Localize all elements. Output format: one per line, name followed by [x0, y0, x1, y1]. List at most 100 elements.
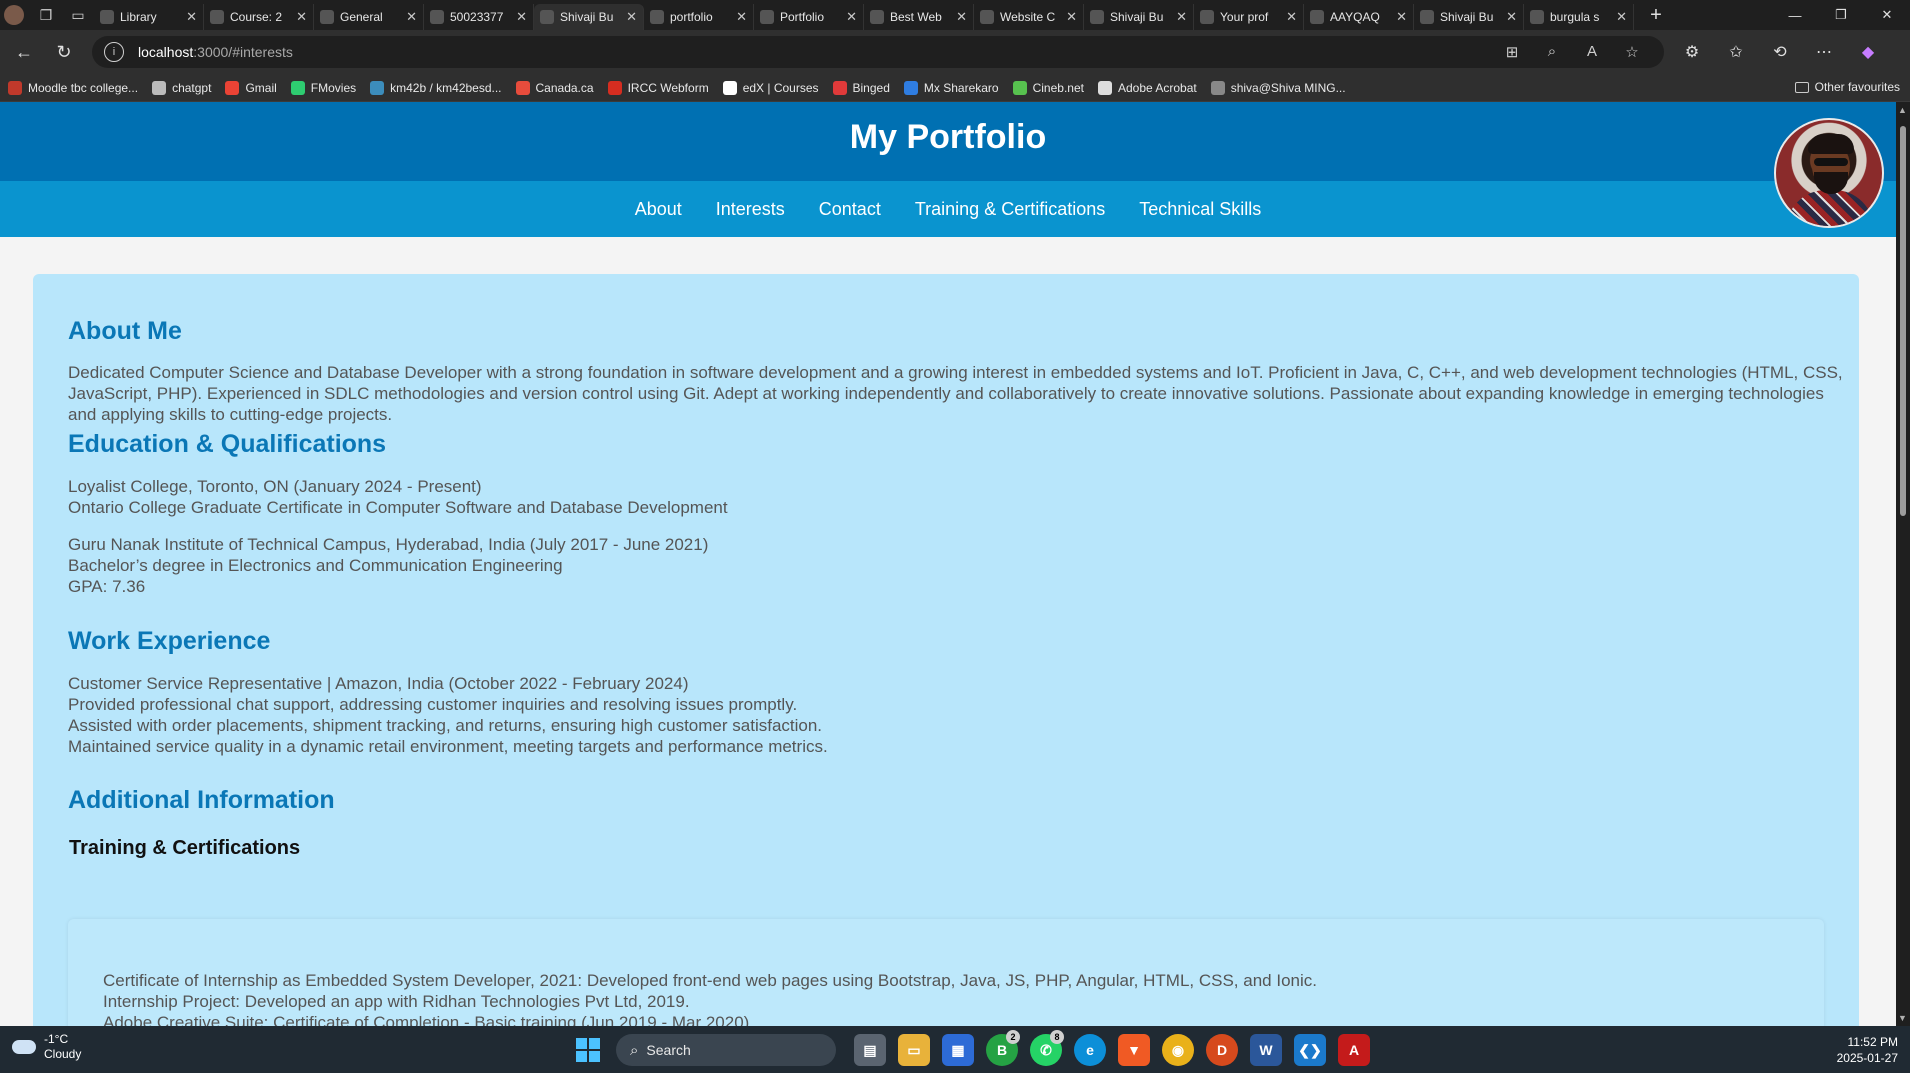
- word-icon[interactable]: W: [1250, 1034, 1282, 1066]
- browser-tab[interactable]: Your prof ✕: [1194, 4, 1304, 30]
- close-tab-icon[interactable]: ✕: [516, 9, 527, 25]
- browser-tab[interactable]: portfolio ✕: [644, 4, 754, 30]
- whatsapp-business-icon[interactable]: B2: [986, 1030, 1020, 1066]
- close-tab-icon[interactable]: ✕: [846, 9, 857, 25]
- page-title: My Portfolio: [849, 118, 1047, 156]
- bookmark-item[interactable]: Moodle tbc college...: [8, 80, 138, 95]
- browser-tab[interactable]: General ✕: [314, 4, 424, 30]
- bookmark-item[interactable]: Binged: [832, 80, 890, 95]
- browser-tab[interactable]: 50023377 ✕: [424, 4, 534, 30]
- nav-link[interactable]: Technical Skills: [1139, 199, 1261, 220]
- whatsapp-icon[interactable]: ✆ 8: [1030, 1030, 1064, 1066]
- bookmark-item[interactable]: Gmail: [225, 80, 277, 95]
- chrome-icon[interactable]: ◉: [1162, 1034, 1194, 1066]
- cloud-icon: [12, 1040, 36, 1054]
- close-tab-icon[interactable]: ✕: [296, 9, 307, 25]
- about-heading: About Me: [68, 317, 182, 345]
- other-favourites-folder[interactable]: Other favourites: [1794, 80, 1900, 94]
- bookmark-item[interactable]: chatgpt: [152, 80, 211, 95]
- work-line-1: Customer Service Representative | Amazon…: [68, 674, 689, 693]
- tab-favicon-icon: [1420, 10, 1434, 24]
- browser-tab[interactable]: Course: 2 ✕: [204, 4, 314, 30]
- bookmark-item[interactable]: FMovies: [290, 80, 356, 95]
- bookmark-item[interactable]: Adobe Acrobat: [1097, 80, 1197, 95]
- close-tab-icon[interactable]: ✕: [1066, 9, 1077, 25]
- close-tab-icon[interactable]: ✕: [186, 9, 197, 25]
- certification-1: Certificate of Internship as Embedded Sy…: [103, 971, 1317, 990]
- close-tab-icon[interactable]: ✕: [626, 9, 637, 25]
- additional-heading: Additional Information: [68, 786, 335, 814]
- favorite-star-icon[interactable]: ☆: [1612, 43, 1652, 61]
- close-tab-icon[interactable]: ✕: [736, 9, 747, 25]
- zoom-icon[interactable]: ⌕: [1532, 43, 1572, 61]
- close-tab-icon[interactable]: ✕: [1396, 9, 1407, 25]
- store-icon[interactable]: ▦: [942, 1034, 974, 1066]
- bookmark-favicon-icon: [722, 80, 737, 95]
- nav-link[interactable]: About: [635, 199, 682, 220]
- bookmark-item[interactable]: shiva@Shiva MING...: [1210, 80, 1346, 95]
- browser-tab[interactable]: Shivaji Bu ✕: [534, 4, 644, 30]
- brave-icon[interactable]: ▼: [1118, 1034, 1150, 1066]
- bookmark-item[interactable]: Canada.ca: [515, 80, 594, 95]
- close-window-button[interactable]: ✕: [1864, 0, 1910, 30]
- nav-link[interactable]: Training & Certifications: [915, 199, 1105, 220]
- more-menu-icon[interactable]: ⋯: [1802, 42, 1846, 62]
- nav-link[interactable]: Contact: [819, 199, 881, 220]
- profile-avatar-icon[interactable]: [4, 5, 24, 25]
- acrobat-icon[interactable]: A: [1338, 1034, 1370, 1066]
- browser-tab[interactable]: Website C ✕: [974, 4, 1084, 30]
- tab-title: Best Web: [890, 10, 942, 24]
- copilot-icon[interactable]: ◆: [1846, 42, 1890, 62]
- minimize-button[interactable]: —: [1772, 0, 1818, 30]
- history-icon[interactable]: ⟲: [1758, 42, 1802, 62]
- bookmark-item[interactable]: km42b / km42besd...: [370, 80, 502, 95]
- weather-widget[interactable]: -1°C Cloudy: [12, 1032, 81, 1062]
- browser-tab[interactable]: Portfolio ✕: [754, 4, 864, 30]
- site-info-icon[interactable]: i: [104, 42, 124, 62]
- scrollbar-thumb[interactable]: [1900, 126, 1906, 516]
- workspaces-icon[interactable]: ❐: [34, 3, 58, 27]
- system-clock[interactable]: 11:52 PM 2025-01-27: [1837, 1034, 1898, 1066]
- file-explorer-icon[interactable]: ▭: [898, 1034, 930, 1066]
- bookmark-favicon-icon: [1210, 80, 1225, 95]
- refresh-button[interactable]: ↻: [48, 36, 80, 68]
- close-tab-icon[interactable]: ✕: [956, 9, 967, 25]
- url-text[interactable]: localhost:3000/#interests: [138, 44, 1492, 60]
- browser-tab[interactable]: Library ✕: [94, 4, 204, 30]
- nav-link[interactable]: Interests: [716, 199, 785, 220]
- tab-title: portfolio: [670, 10, 713, 24]
- read-aloud-icon[interactable]: A: [1572, 43, 1612, 61]
- tab-title: Website C: [1000, 10, 1056, 24]
- address-bar[interactable]: i localhost:3000/#interests ⊞ ⌕ A ☆: [92, 36, 1664, 68]
- favorites-icon[interactable]: ✩: [1714, 42, 1758, 62]
- tab-favicon-icon: [540, 10, 554, 24]
- vertical-tabs-icon[interactable]: ▭: [66, 3, 90, 27]
- bookmark-item[interactable]: Mx Sharekaro: [903, 80, 999, 95]
- vscode-icon[interactable]: ❮❯: [1294, 1034, 1326, 1066]
- bookmark-item[interactable]: Cineb.net: [1012, 80, 1084, 95]
- browser-tab[interactable]: Shivaji Bu ✕: [1084, 4, 1194, 30]
- close-tab-icon[interactable]: ✕: [1506, 9, 1517, 25]
- browser-tab[interactable]: AAYQAQ ✕: [1304, 4, 1414, 30]
- page-scrollbar[interactable]: ▲ ▼: [1896, 102, 1910, 1026]
- browser-tab[interactable]: burgula s ✕: [1524, 4, 1634, 30]
- close-tab-icon[interactable]: ✕: [1176, 9, 1187, 25]
- duckduckgo-icon[interactable]: D: [1206, 1034, 1238, 1066]
- edge-icon[interactable]: e: [1074, 1034, 1106, 1066]
- bookmark-item[interactable]: IRCC Webform: [607, 80, 709, 95]
- browser-tab[interactable]: Best Web ✕: [864, 4, 974, 30]
- new-tab-button[interactable]: +: [1644, 4, 1668, 27]
- restore-button[interactable]: ❐: [1818, 0, 1864, 30]
- training-subheading: Training & Certifications: [69, 837, 301, 859]
- back-button[interactable]: ←: [8, 36, 40, 68]
- task-view-icon[interactable]: ▤: [854, 1034, 886, 1066]
- extensions-icon[interactable]: ⚙: [1670, 42, 1714, 62]
- bookmark-item[interactable]: edX | Courses: [722, 80, 819, 95]
- taskbar-search[interactable]: ⌕ Search: [616, 1034, 836, 1066]
- close-tab-icon[interactable]: ✕: [1616, 9, 1627, 25]
- app-available-icon[interactable]: ⊞: [1492, 43, 1532, 61]
- close-tab-icon[interactable]: ✕: [406, 9, 417, 25]
- start-button[interactable]: [576, 1038, 600, 1062]
- close-tab-icon[interactable]: ✕: [1286, 9, 1297, 25]
- browser-tab[interactable]: Shivaji Bu ✕: [1414, 4, 1524, 30]
